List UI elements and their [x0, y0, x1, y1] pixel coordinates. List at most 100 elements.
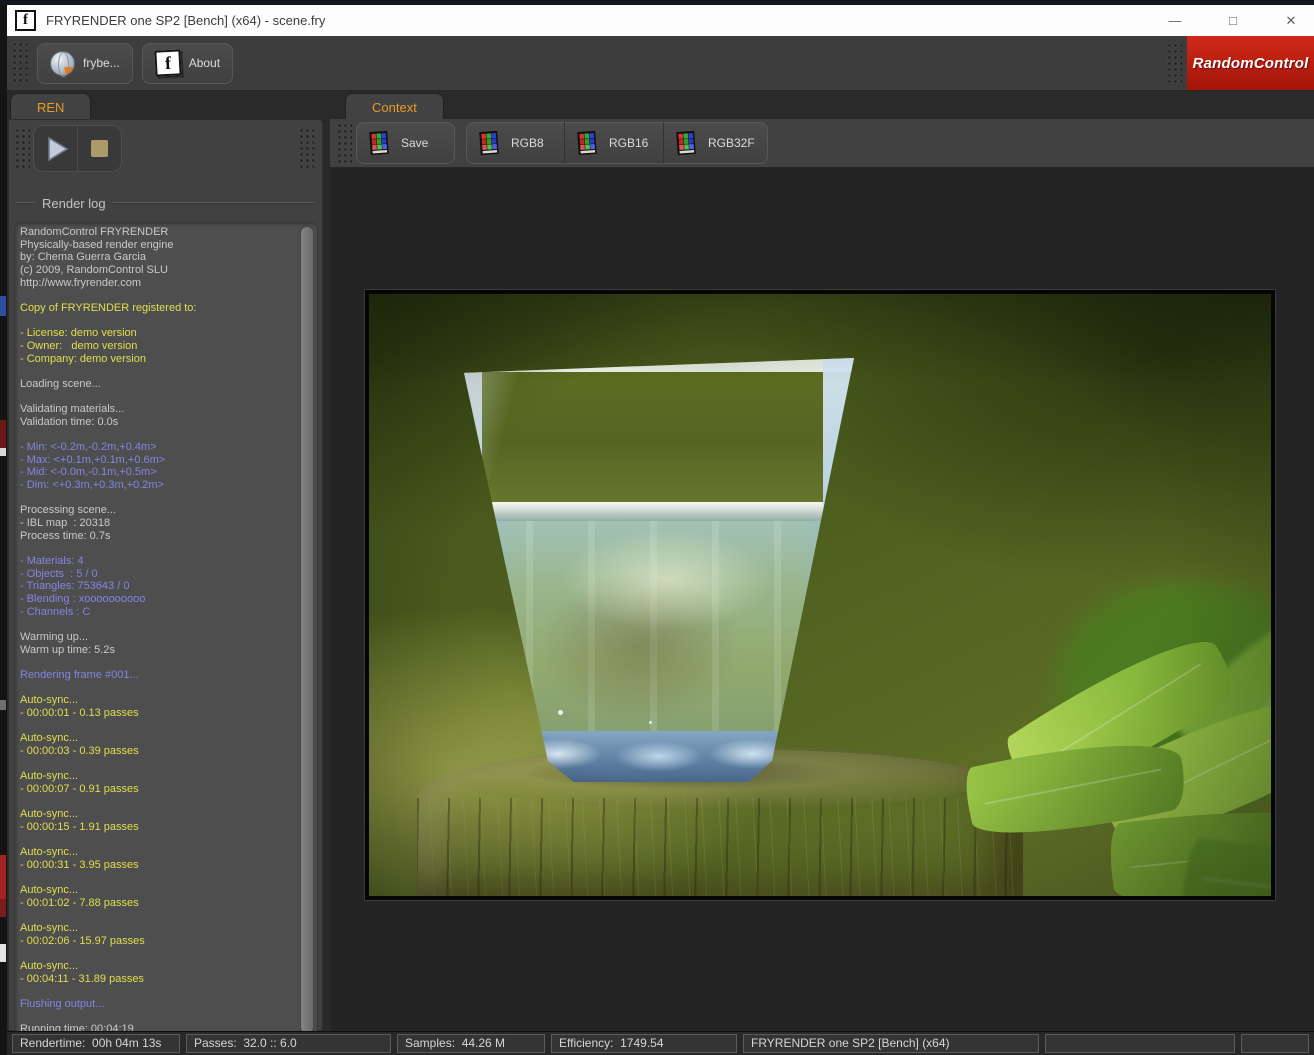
log-line: - License: demo version	[20, 327, 137, 340]
log-line: Loading scene...	[20, 377, 101, 390]
context-buttons: Save RGB8 RGB16 RGB32F	[356, 122, 768, 164]
toolbar-gripper[interactable]	[337, 123, 352, 163]
log-line: Auto-sync...	[20, 732, 79, 745]
fryrender-window: f FRYRENDER one SP2 [Bench] (x64) - scen…	[0, 0, 1314, 1055]
background-window-sliver	[0, 448, 6, 456]
group-divider	[15, 202, 35, 204]
log-line: Auto-sync...	[20, 960, 79, 973]
log-line: Validating materials...	[20, 403, 125, 416]
log-line: - 00:02:06 - 15.97 passes	[20, 934, 145, 947]
log-line: Auto-sync...	[20, 694, 79, 707]
randomcontrol-logo-text: RandomControl	[1192, 54, 1309, 72]
status-bar: Rendertime: 00h 04m 13s Passes: 32.0 :: …	[7, 1031, 1314, 1055]
main-toolbar: frybe... f About RandomControl	[7, 36, 1314, 91]
log-line: - 00:00:01 - 0.13 passes	[20, 706, 139, 719]
render-panel: Render log RandomControl FRYRENDER Physi…	[8, 119, 323, 1038]
rgb16-button[interactable]: RGB16	[565, 122, 664, 164]
play-icon	[47, 136, 69, 161]
log-line: RandomControl FRYRENDER	[20, 226, 169, 238]
status-app-name: FRYRENDER one SP2 [Bench] (x64)	[743, 1034, 1039, 1053]
log-line: - Company: demo version	[20, 352, 146, 365]
group-divider	[112, 202, 314, 204]
toolbar-gripper[interactable]	[1167, 43, 1182, 85]
close-button[interactable]: ✕	[1268, 5, 1314, 36]
log-scrollbar[interactable]	[300, 226, 314, 1034]
context-button-label: RGB16	[609, 136, 649, 150]
log-scrollbar-thumb[interactable]	[301, 227, 313, 1033]
log-line: Auto-sync...	[20, 808, 79, 821]
context-button-label: RGB8	[511, 136, 544, 150]
stop-icon	[91, 140, 108, 157]
log-line: Auto-sync...	[20, 922, 79, 935]
render-log-output[interactable]: RandomControl FRYRENDER Physically-based…	[14, 222, 318, 1038]
save-button[interactable]: Save	[356, 122, 455, 164]
status-empty-1	[1045, 1034, 1235, 1053]
rgb-palette-icon	[479, 130, 499, 156]
log-line: Process time: 0.7s	[20, 529, 111, 542]
rgb8-button[interactable]: RGB8	[466, 122, 565, 164]
background-window-sliver	[0, 944, 6, 962]
background-window-sliver	[0, 700, 6, 710]
log-line: - Objects : 5 / 0	[20, 567, 98, 580]
toolbar-gripper[interactable]	[12, 42, 28, 84]
rgb-palette-icon	[676, 130, 696, 156]
globe-launch-icon	[50, 50, 75, 77]
tab-context[interactable]: Context	[345, 93, 444, 120]
tab-ren[interactable]: REN	[10, 93, 92, 120]
status-samples: Samples: 44.26 M	[397, 1034, 545, 1053]
frybench-button[interactable]: frybe...	[37, 42, 133, 84]
background-window-sliver	[0, 296, 6, 316]
log-line: - Min: <-0.2m,-0.2m,+0.4m>	[20, 441, 157, 454]
log-line: - Channels : C	[20, 605, 91, 618]
log-line: Validation time: 0.0s	[20, 415, 119, 428]
log-line: - Max: <+0.1m,+0.1m,+0.6m>	[20, 453, 166, 466]
minimize-button[interactable]: —	[1152, 5, 1198, 36]
tab-context-label: Context	[372, 99, 417, 115]
randomcontrol-logo: RandomControl	[1187, 36, 1314, 90]
log-line: Warming up...	[20, 631, 89, 643]
log-line: - 00:00:03 - 0.39 passes	[20, 744, 139, 757]
log-line: Auto-sync...	[20, 770, 79, 783]
log-line: - 00:00:15 - 1.91 passes	[20, 820, 139, 833]
render-start-button[interactable]	[34, 126, 77, 171]
render-stop-button[interactable]	[77, 126, 121, 171]
log-line: - Mid: <-0.0m,-0.1m,+0.5m>	[20, 466, 157, 479]
log-line: - Materials: 4	[20, 555, 84, 568]
log-line: Physically-based render engine	[20, 238, 174, 251]
log-line: - Dim: <+0.3m,+0.3m,+0.2m>	[20, 479, 164, 492]
log-line: - Blending : xoooooooooo	[20, 593, 146, 606]
transport-controls	[33, 125, 122, 172]
log-line: Processing scene...	[20, 504, 116, 517]
render-image-art	[369, 294, 1271, 896]
log-line: Warm up time: 5.2s	[20, 643, 115, 656]
context-panel: Save RGB8 RGB16 RGB32F	[330, 119, 1314, 1031]
log-line: (c) 2009, RandomControl SLU	[20, 263, 168, 276]
log-line: by: Chema Guerra Garcia	[20, 251, 146, 264]
render-image[interactable]	[364, 289, 1276, 901]
panel-gripper[interactable]	[299, 128, 314, 170]
log-line: - 00:01:02 - 7.88 passes	[20, 896, 139, 909]
log-line: http://www.fryrender.com	[20, 276, 142, 289]
log-line: Auto-sync...	[20, 884, 79, 897]
about-button[interactable]: f About	[141, 42, 234, 84]
log-line: - Triangles: 753643 / 0	[20, 580, 130, 593]
maximize-button[interactable]: □	[1210, 5, 1256, 36]
about-button-label: About	[188, 56, 221, 70]
rgb32f-button[interactable]: RGB32F	[664, 122, 768, 164]
tab-ren-label: REN	[37, 99, 65, 115]
panel-gripper[interactable]	[15, 128, 30, 170]
context-button-label: RGB32F	[708, 136, 755, 150]
status-passes: Passes: 32.0 :: 6.0	[186, 1034, 391, 1053]
